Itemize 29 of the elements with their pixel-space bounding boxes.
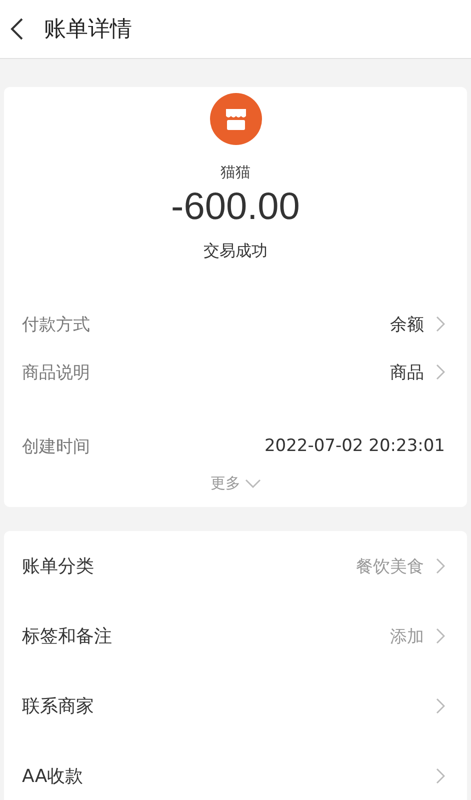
chevron-icon [436,628,445,644]
transaction-status: 交易成功 [204,241,268,262]
detail-label: 创建时间 [22,436,91,458]
chevron-icon[interactable] [436,364,445,380]
detail-value: 余额 [390,314,424,336]
merchant-name: 猫猫 [220,163,250,182]
action-label: 联系商家 [22,695,95,718]
action-row[interactable]: 联系商家 [22,671,445,741]
action-row[interactable]: 标签和备注 添加 [22,601,445,671]
action-label: AA收款 [22,765,84,788]
page-title: 账单详情 [44,16,132,44]
chevron-icon [436,768,445,784]
action-label: 标签和备注 [22,625,113,648]
detail-label: 商品说明 [22,362,91,384]
action-row[interactable]: 账单分类 餐饮美食 [22,531,445,601]
amount: -600.00 [171,186,300,229]
action-value: 餐饮美食 [356,556,424,578]
back-icon[interactable] [10,17,24,41]
detail-value: 商品 [390,362,424,384]
detail-label: 付款方式 [22,314,91,336]
caret-icon [244,479,260,488]
action-label: 账单分类 [22,555,95,578]
store-icon [210,93,262,145]
chevron-icon[interactable] [436,316,445,332]
action-row[interactable]: AA收款 [22,741,445,800]
detail-value: 2022-07-02 20:23:01 [264,436,445,456]
chevron-icon [436,698,445,714]
chevron-icon [436,558,445,574]
action-value: 添加 [390,626,424,648]
